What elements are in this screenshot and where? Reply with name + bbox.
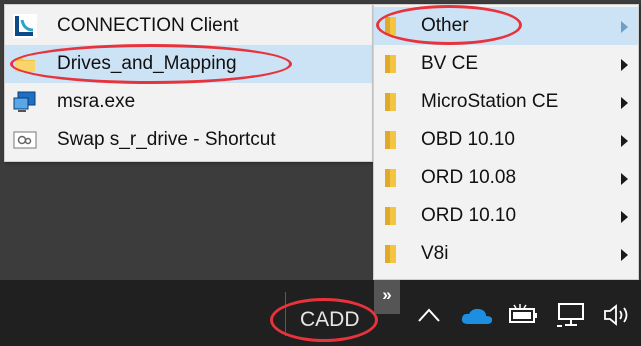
remote-assistance-icon (13, 90, 37, 114)
menu-item-label: msra.exe (57, 91, 136, 112)
submenu-arrow-icon (621, 135, 628, 147)
menu-item-label: Drives_and_Mapping (57, 53, 237, 74)
submenu-arrow-icon (621, 59, 628, 71)
submenu-arrow-icon (621, 249, 628, 261)
folder-icon (382, 244, 404, 264)
submenu-arrow-icon (621, 97, 628, 109)
flyout-item-microstation-ce[interactable]: MicroStation CE (374, 83, 638, 121)
flyout-item-label: Other (421, 15, 469, 36)
menu-item-msra[interactable]: msra.exe (5, 83, 372, 121)
volume-icon[interactable] (603, 304, 637, 331)
flyout-item-label: V8i (421, 243, 449, 264)
chevron-up-icon[interactable] (416, 306, 442, 329)
toolbar-overflow-button[interactable]: » (374, 280, 400, 314)
submenu-arrow-icon (621, 173, 628, 185)
connection-client-icon (13, 14, 37, 38)
flyout-item-bv-ce[interactable]: BV CE (374, 45, 638, 83)
menu-item-swap-s-r-drive-shortcut[interactable]: Swap s_r_drive - Shortcut (5, 121, 372, 159)
cadd-toolbar-menu: CONNECTION Client Drives_and_Mapping msr… (4, 4, 373, 162)
menu-item-label: Swap s_r_drive - Shortcut (57, 129, 276, 150)
folder-icon (382, 168, 404, 188)
shortcut-icon (13, 128, 37, 152)
battery-icon[interactable] (508, 304, 540, 331)
cadd-toolbar-button[interactable]: CADD (300, 308, 360, 332)
menu-item-drives-and-mapping[interactable]: Drives_and_Mapping (5, 45, 372, 83)
folder-icon (382, 54, 404, 74)
flyout-item-v8i[interactable]: V8i (374, 235, 638, 273)
flyout-item-other[interactable]: Other (374, 7, 638, 45)
menu-item-label: CONNECTION Client (57, 15, 239, 36)
flyout-item-label: MicroStation CE (421, 91, 559, 112)
flyout-item-label: ORD 10.10 (421, 205, 517, 226)
network-icon[interactable] (555, 302, 589, 333)
cadd-folder-flyout-menu: Other BV CE MicroStation CE OBD 10.10 OR… (373, 4, 639, 280)
flyout-item-ord-10-10[interactable]: ORD 10.10 (374, 197, 638, 235)
flyout-item-ord-10-08[interactable]: ORD 10.08 (374, 159, 638, 197)
onedrive-icon[interactable] (459, 306, 495, 331)
folder-icon (382, 16, 404, 36)
folder-icon (382, 206, 404, 226)
menu-item-connection-client[interactable]: CONNECTION Client (5, 7, 372, 45)
submenu-arrow-icon (621, 21, 628, 33)
folder-icon (382, 92, 404, 112)
folder-icon (382, 130, 404, 150)
flyout-item-label: BV CE (421, 53, 479, 74)
taskbar: CADD » (0, 280, 641, 346)
flyout-item-label: OBD 10.10 (421, 129, 515, 150)
submenu-arrow-icon (621, 211, 628, 223)
flyout-item-label: ORD 10.08 (421, 167, 517, 188)
folder-icon (13, 52, 37, 76)
toolbar-separator (285, 292, 286, 336)
flyout-item-obd-10-10[interactable]: OBD 10.10 (374, 121, 638, 159)
